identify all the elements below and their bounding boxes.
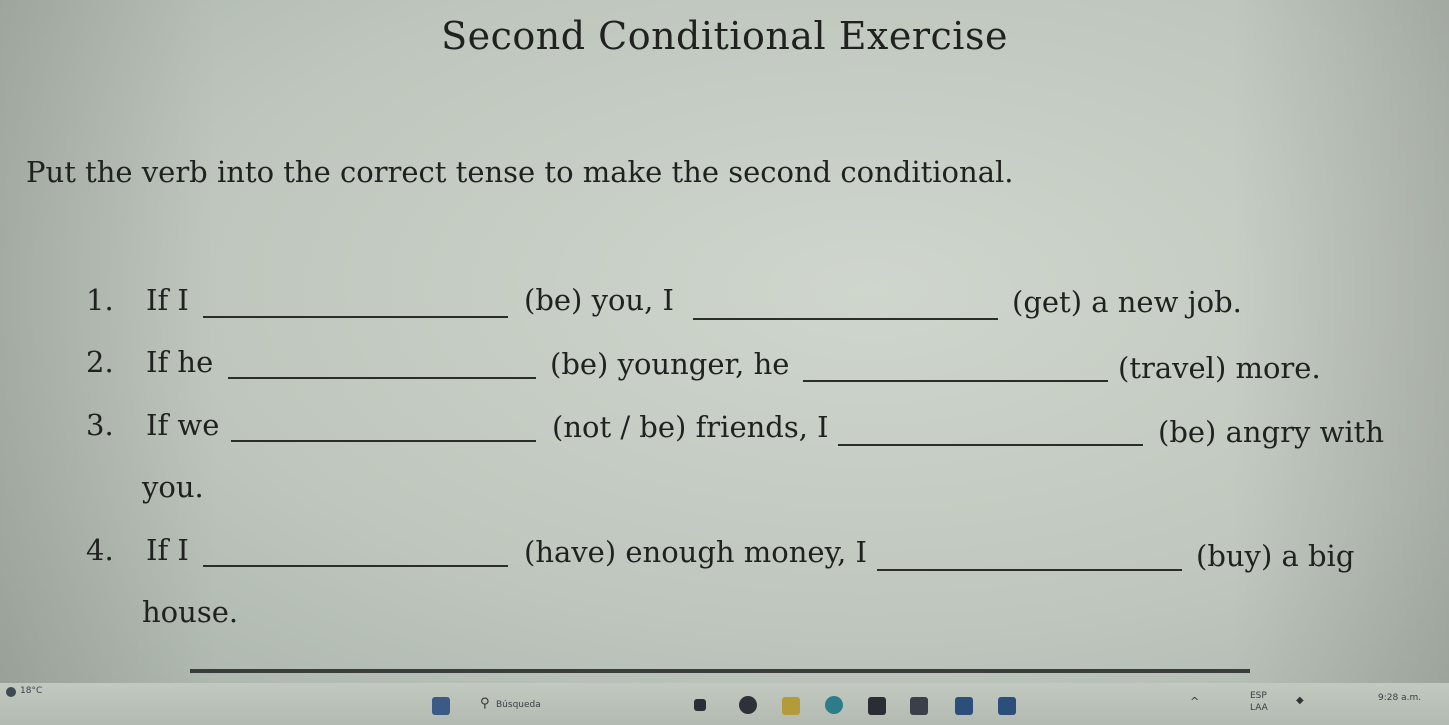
- keyboard-layout[interactable]: LAA: [1250, 703, 1268, 713]
- search-icon[interactable]: ⚲: [480, 696, 490, 711]
- instructions-text: Put the verb into the correct tense to m…: [26, 155, 1014, 189]
- item-part2: (be) younger, he: [550, 347, 790, 381]
- answer-blank-3a[interactable]: [231, 418, 536, 442]
- item-part3: (get) a new job.: [1012, 285, 1242, 319]
- edge-icon[interactable]: [825, 696, 843, 714]
- item-part1: If I: [146, 533, 189, 567]
- task-view-icon[interactable]: [694, 699, 706, 711]
- taskbar: 18°C ⚲ Búsqueda ^ ESP LAA ◆ 9:28 a.m.: [0, 683, 1449, 725]
- answer-blank-2a[interactable]: [228, 355, 536, 379]
- item-continuation: house.: [142, 595, 239, 629]
- item-part1: If we: [146, 408, 220, 442]
- item-part3: (travel) more.: [1118, 351, 1321, 385]
- item-number: 4.: [86, 533, 114, 567]
- answer-blank-4a[interactable]: [203, 543, 508, 567]
- start-icon[interactable]: [432, 697, 450, 715]
- item-part3: (buy) a big: [1196, 539, 1355, 573]
- clock[interactable]: 9:28 a.m.: [1378, 693, 1421, 703]
- item-number: 3.: [86, 408, 114, 442]
- answer-blank-1b[interactable]: [693, 296, 998, 320]
- item-part1: If I: [146, 283, 189, 317]
- file-explorer-icon[interactable]: [782, 697, 800, 715]
- app-icon-3[interactable]: [955, 697, 973, 715]
- page-title: Second Conditional Exercise: [441, 14, 1008, 58]
- weather-temp[interactable]: 18°C: [20, 686, 42, 696]
- app-icon-4[interactable]: [998, 697, 1016, 715]
- app-icon-1[interactable]: [739, 696, 757, 714]
- item-part1: If he: [146, 345, 214, 379]
- item-part2: (not / be) friends, I: [552, 410, 829, 444]
- answer-blank-1a[interactable]: [203, 294, 508, 318]
- chevron-up-icon[interactable]: ^: [1190, 695, 1199, 708]
- search-input[interactable]: Búsqueda: [496, 700, 541, 710]
- item-part2: (have) enough money, I: [524, 535, 868, 569]
- item-continuation: you.: [142, 470, 204, 504]
- wifi-icon[interactable]: ◆: [1296, 695, 1304, 706]
- answer-blank-4b[interactable]: [877, 547, 1182, 571]
- document-divider: [190, 669, 1250, 673]
- weather-icon[interactable]: [6, 687, 16, 697]
- answer-blank-3b[interactable]: [838, 422, 1143, 446]
- item-number: 2.: [86, 345, 114, 379]
- item-part2: (be) you, I: [524, 283, 674, 317]
- app-icon-2[interactable]: [910, 697, 928, 715]
- item-part3: (be) angry with: [1158, 415, 1384, 449]
- answer-blank-2b[interactable]: [803, 358, 1108, 382]
- item-number: 1.: [86, 283, 114, 317]
- store-icon[interactable]: [868, 697, 886, 715]
- language-indicator[interactable]: ESP: [1250, 691, 1267, 701]
